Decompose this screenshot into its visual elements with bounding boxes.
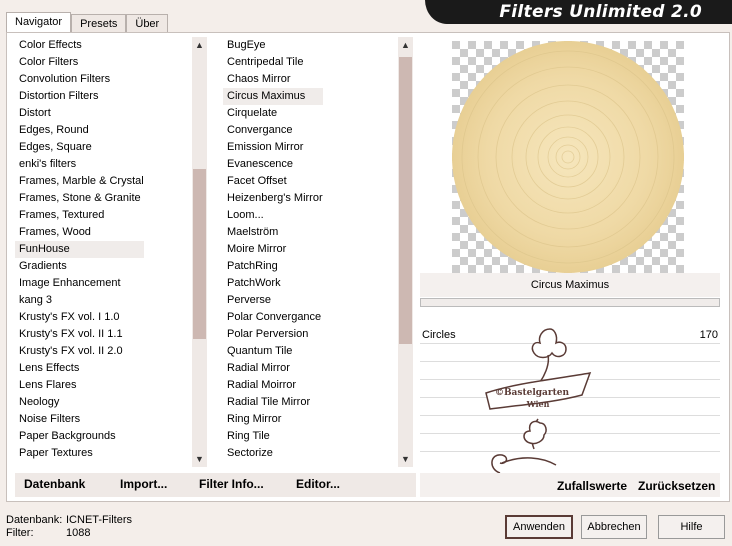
list-item[interactable]: Image Enhancement bbox=[15, 275, 144, 292]
category-scrollbar[interactable]: ▲ ▼ bbox=[192, 37, 207, 467]
tab-navigator[interactable]: Navigator bbox=[6, 12, 72, 33]
list-item[interactable]: Frames, Stone & Granite bbox=[15, 190, 144, 207]
list-item[interactable]: Circus Maximus bbox=[223, 88, 323, 105]
list-item[interactable]: Convergance bbox=[223, 122, 323, 139]
list-item[interactable]: Quantum Tile bbox=[223, 343, 323, 360]
preview-filter-name: Circus Maximus bbox=[420, 273, 720, 297]
list-item[interactable]: Color Effects bbox=[15, 37, 144, 54]
parameter-label: Circles bbox=[422, 329, 456, 341]
list-item[interactable]: Facet Offset bbox=[223, 173, 323, 190]
list-item[interactable]: Centripedal Tile bbox=[223, 54, 323, 71]
list-item[interactable]: BugEye bbox=[223, 37, 323, 54]
scroll-down-icon[interactable]: ▼ bbox=[398, 451, 413, 467]
status-db-label: Datenbank: bbox=[6, 514, 63, 526]
list-item[interactable]: Frames, Marble & Crystal bbox=[15, 173, 144, 190]
list-item[interactable]: Moire Mirror bbox=[223, 241, 323, 258]
list-item[interactable]: PatchWork bbox=[223, 275, 323, 292]
tab-presets[interactable]: Presets bbox=[71, 14, 127, 33]
database-button[interactable]: Datenbank bbox=[24, 477, 85, 491]
list-item[interactable]: Radial Moirror bbox=[223, 377, 323, 394]
list-item[interactable]: kang 3 bbox=[15, 292, 144, 309]
list-item[interactable]: Heizenberg's Mirror bbox=[223, 190, 323, 207]
list-item[interactable]: Radial Mirror bbox=[223, 360, 323, 377]
filter-list[interactable]: BugEye Centripedal Tile Chaos Mirror Circus… bbox=[223, 37, 393, 467]
apply-button[interactable]: Anwenden bbox=[505, 515, 573, 539]
list-item[interactable]: Distortion Filters bbox=[15, 88, 144, 105]
main-panel: Color Effects Color Filters Convolution Fi… bbox=[6, 32, 730, 502]
preview-panel: Circus Maximus Circles 170 ©Bastelgarten… bbox=[420, 37, 720, 497]
category-items: Color Effects Color Filters Convolution Fi… bbox=[15, 37, 144, 462]
watermark-logo: ©Bastelgarten Wien bbox=[485, 328, 592, 473]
preview-action-bar: Zufallswerte Zurücksetzen bbox=[420, 473, 720, 497]
list-item[interactable]: PatchRing bbox=[223, 258, 323, 275]
list-item[interactable]: Convolution Filters bbox=[15, 71, 144, 88]
list-item[interactable]: Ring Mirror bbox=[223, 411, 323, 428]
tab-bar: Navigator Presets Über bbox=[6, 12, 169, 33]
list-item[interactable]: Frames, Textured bbox=[15, 207, 144, 224]
parameter-value: 170 bbox=[699, 329, 718, 341]
list-item[interactable]: Distort bbox=[15, 105, 144, 122]
list-item[interactable]: Perverse bbox=[223, 292, 323, 309]
list-item[interactable]: Ring Tile bbox=[223, 428, 323, 445]
status-filter-value: 1088 bbox=[66, 527, 91, 539]
list-item[interactable]: Krusty's FX vol. I 1.0 bbox=[15, 309, 144, 326]
list-item[interactable]: Color Filters bbox=[15, 54, 144, 71]
list-item[interactable]: Krusty's FX vol. II 1.1 bbox=[15, 326, 144, 343]
brand-title: Filters Unlimited 2.0 bbox=[499, 2, 702, 22]
filter-info-button[interactable]: Filter Info... bbox=[199, 477, 264, 491]
list-item[interactable]: Lens Effects bbox=[15, 360, 144, 377]
reset-button[interactable]: Zurücksetzen bbox=[638, 479, 715, 493]
list-item[interactable]: Evanescence bbox=[223, 156, 323, 173]
list-item[interactable]: Maelström bbox=[223, 224, 323, 241]
list-item[interactable]: Emission Mirror bbox=[223, 139, 323, 156]
category-list[interactable]: Color Effects Color Filters Convolution Fi… bbox=[15, 37, 185, 467]
status-filter-label: Filter: bbox=[6, 527, 34, 539]
list-item[interactable]: Sectorize bbox=[223, 445, 323, 462]
filter-scrollbar[interactable]: ▲ ▼ bbox=[398, 37, 413, 467]
filter-preview bbox=[452, 41, 684, 273]
help-button[interactable]: Hilfe bbox=[658, 515, 725, 539]
editor-button[interactable]: Editor... bbox=[296, 477, 340, 491]
scroll-down-icon[interactable]: ▼ bbox=[192, 451, 207, 467]
list-item[interactable]: Loom... bbox=[223, 207, 323, 224]
status-area: Datenbank: ICNET-Filters Filter: 1088 bbox=[6, 514, 132, 540]
list-item[interactable]: Lens Flares bbox=[15, 377, 144, 394]
scroll-up-icon[interactable]: ▲ bbox=[398, 37, 413, 53]
tab-about[interactable]: Über bbox=[126, 14, 169, 33]
list-item[interactable]: Neology bbox=[15, 394, 144, 411]
list-item[interactable]: Polar Perversion bbox=[223, 326, 323, 343]
scroll-thumb[interactable] bbox=[193, 169, 206, 339]
list-item[interactable]: Krusty's FX vol. II 2.0 bbox=[15, 343, 144, 360]
list-item[interactable]: Edges, Round bbox=[15, 122, 144, 139]
list-item[interactable]: Edges, Square bbox=[15, 139, 144, 156]
status-db-value: ICNET-Filters bbox=[66, 514, 132, 526]
list-item[interactable]: enki's filters bbox=[15, 156, 144, 173]
list-item[interactable]: Frames, Wood bbox=[15, 224, 144, 241]
list-item[interactable]: Cirquelate bbox=[223, 105, 323, 122]
scroll-thumb[interactable] bbox=[399, 57, 412, 344]
list-item[interactable]: Gradients bbox=[15, 258, 144, 275]
filter-items: BugEye Centripedal Tile Chaos Mirror Circus… bbox=[223, 37, 323, 462]
scroll-up-icon[interactable]: ▲ bbox=[192, 37, 207, 53]
brand-banner: Filters Unlimited 2.0 bbox=[425, 0, 732, 24]
list-item[interactable]: FunHouse bbox=[15, 241, 144, 258]
list-item[interactable]: Chaos Mirror bbox=[223, 71, 323, 88]
list-item[interactable]: Paper Backgrounds bbox=[15, 428, 144, 445]
list-item[interactable]: Polar Convergance bbox=[223, 309, 323, 326]
cancel-button[interactable]: Abbrechen bbox=[581, 515, 647, 539]
watermark-text-line1: ©Bastelgarten bbox=[495, 388, 570, 398]
import-button[interactable]: Import... bbox=[120, 477, 167, 491]
watermark-text-line2: Wien bbox=[526, 399, 550, 409]
list-item[interactable]: Paper Textures bbox=[15, 445, 144, 462]
list-item[interactable]: Radial Tile Mirror bbox=[223, 394, 323, 411]
random-values-button[interactable]: Zufallswerte bbox=[557, 479, 627, 493]
list-action-bar: Datenbank Import... Filter Info... Edito… bbox=[15, 473, 416, 497]
progress-bar bbox=[420, 298, 720, 307]
list-item[interactable]: Noise Filters bbox=[15, 411, 144, 428]
